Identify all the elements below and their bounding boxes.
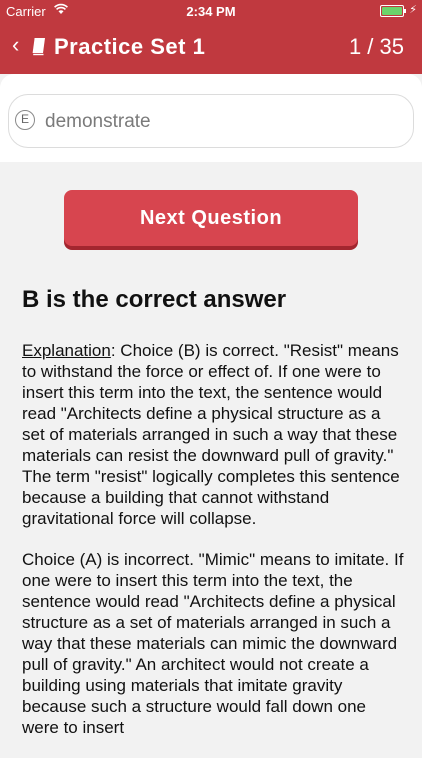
battery-icon (380, 5, 406, 17)
header-bar: Carrier 2:34 PM ⚡ ‹ Practice Set 1 1 / 3… (0, 0, 422, 74)
question-counter: 1 / 35 (348, 34, 404, 59)
explanation-paragraph-2: Choice (A) is incorrect. "Mimic" means t… (22, 550, 404, 737)
option-letter: E (15, 110, 35, 130)
page-title: Practice Set 1 (54, 34, 206, 59)
explanation-text: Explanation: Choice (B) is correct. "Res… (22, 340, 406, 758)
book-icon (31, 37, 45, 56)
chevron-left-icon[interactable]: ‹ (12, 34, 19, 56)
status-bar: Carrier 2:34 PM ⚡ (0, 0, 422, 22)
option-text: demonstrate (45, 111, 151, 132)
explanation-paragraph-1: Explanation: Choice (B) is correct. "Res… (22, 340, 406, 529)
explanation-label: Explanation (22, 341, 111, 360)
clock: 2:34 PM (186, 4, 236, 19)
explanation-body: : Choice (B) is correct. "Resist" means … (22, 341, 400, 528)
result-heading: B is the correct answer (22, 286, 287, 313)
answer-option-e[interactable]: E demonstrate (8, 94, 414, 148)
next-question-button[interactable]: Next Question (64, 190, 358, 246)
bolt-icon: ⚡ (409, 4, 417, 16)
nav-bar: ‹ Practice Set 1 1 / 35 (0, 26, 422, 70)
answer-card: E demonstrate (0, 74, 422, 162)
